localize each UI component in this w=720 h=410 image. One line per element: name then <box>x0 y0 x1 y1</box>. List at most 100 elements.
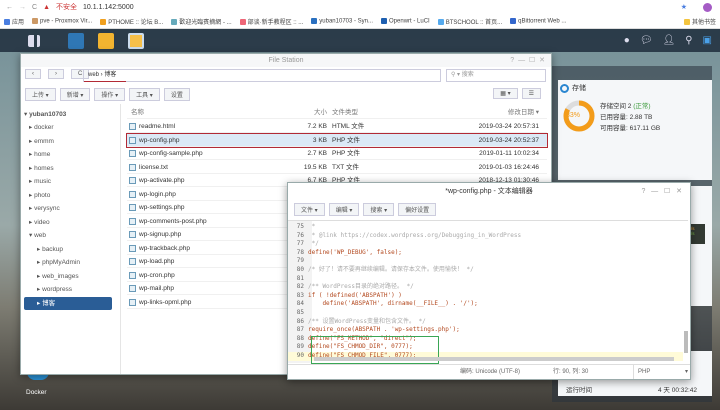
path-segment[interactable]: web <box>88 72 99 78</box>
path-bar[interactable]: web › 博客 <box>83 69 441 82</box>
col-type[interactable]: 文件类型 <box>332 106 358 119</box>
edit-menu[interactable]: 编辑 ▾ <box>328 203 360 216</box>
preferences-button[interactable]: 偏好设置 <box>398 203 437 216</box>
bookmark[interactable]: yuban10703 - Syn... <box>311 17 373 24</box>
tree-root[interactable]: ▾ yuban10703 <box>24 108 66 121</box>
tree-item[interactable]: ▸ music <box>29 175 51 188</box>
file-row[interactable]: readme.html 7.2 KB HTML 文件 2019-03-24 20:57… <box>127 120 547 133</box>
tree-item[interactable]: ▸ emmm <box>29 135 54 148</box>
file-icon <box>129 285 136 292</box>
forward-button[interactable]: › <box>48 69 64 79</box>
user-icon[interactable]: 👤︎ <box>663 35 676 46</box>
uptime-label: 运行时间 <box>566 387 592 394</box>
profile-avatar[interactable] <box>703 2 712 12</box>
col-name[interactable]: 名称 <box>131 106 144 119</box>
back-button[interactable]: ‹ <box>25 69 41 79</box>
docker-label[interactable]: Docker <box>26 389 47 396</box>
code-line: 82/** WordPress目录的绝对路径。 */ <box>296 283 414 291</box>
tree-item[interactable]: ▸ video <box>29 216 50 229</box>
code-line: 81 <box>296 274 304 282</box>
star-icon[interactable]: ★ <box>681 3 687 11</box>
widgets-icon[interactable]: ▣ <box>703 35 712 46</box>
vertical-scrollbar[interactable] <box>684 331 688 353</box>
storage-percent: 83% <box>566 112 581 119</box>
search-input[interactable]: ⚲ ▾ 搜索 <box>446 69 546 82</box>
upload-button[interactable]: 上传 ▾ <box>25 88 56 101</box>
storage-icon <box>560 84 569 93</box>
bookmark[interactable]: 应用 <box>4 17 24 26</box>
status-bar: 编码: Unicode (UTF-8) 行: 90, 列: 30 PHP ▾ <box>288 364 690 379</box>
language-select[interactable]: PHP ▾ <box>633 365 688 379</box>
tree-item[interactable]: ▸ web_images <box>37 270 79 283</box>
tree-item[interactable]: ▸ backup <box>37 243 63 256</box>
bookmarks-bar: 应用 pve - Proxmox Vir... PTHOME :: 论坛 B..… <box>0 14 720 29</box>
file-icon <box>129 298 136 306</box>
code-line: 78 define('WP_DEBUG', false); <box>296 248 402 256</box>
chat-icon[interactable]: 💬︎ <box>640 35 653 46</box>
bookmark[interactable]: PTHOME :: 论坛 B... <box>100 17 163 26</box>
used-capacity: 已用容量: 2.88 TB <box>600 114 653 121</box>
editor-window-controls[interactable]: ? — ☐ ✕ <box>641 187 682 195</box>
address-bar[interactable]: ← → C ▲ 不安全 10.1.1.142:5000 ★ <box>0 0 720 14</box>
tree-item[interactable]: ▸ photo <box>29 189 50 202</box>
reload-icon[interactable]: C <box>32 4 37 11</box>
bookmark[interactable]: 部谈·新手教程区 :: ... <box>239 17 303 26</box>
file-row[interactable]: license.txt 19.5 KB TXT 文件 2019-01-03 16:24… <box>127 161 547 174</box>
settings-button[interactable]: 设置 <box>163 88 190 101</box>
encoding-status[interactable]: 编码: Unicode (UTF-8) <box>460 365 520 379</box>
tree-item-selected[interactable]: ▸ 博客 <box>24 296 112 310</box>
window-controls[interactable]: ? — ☐ ✕ <box>510 56 545 64</box>
code-line: 83 if ( !defined('ABSPATH') ) <box>296 291 402 299</box>
file-menu[interactable]: 文件 ▾ <box>294 203 325 216</box>
path-segment[interactable]: 博客 <box>104 72 116 78</box>
bookmark-other[interactable]: 其他书签 <box>683 17 716 26</box>
file-row[interactable]: wp-config-sample.php 2.7 KB PHP 文件 2019-01-… <box>127 147 547 160</box>
bookmark[interactable]: 歡迎光臨賓摘網 - ... <box>171 17 232 26</box>
col-modified[interactable]: 修改日期 ▾ <box>508 106 539 119</box>
tree-item[interactable]: ▸ home <box>29 148 50 161</box>
code-line: 77 */ <box>296 240 319 248</box>
forward-icon[interactable]: → <box>19 4 26 11</box>
bookmark[interactable]: Openwrt - LuCI <box>381 17 430 24</box>
notification-icon[interactable]: ● <box>624 35 630 46</box>
bookmark[interactable]: qBittorrent Web ... <box>510 17 566 24</box>
bookmark[interactable]: pve - Proxmox Vir... <box>32 17 92 24</box>
search-icon[interactable]: ⚲ <box>685 35 692 46</box>
tools-button[interactable]: 工具 ▾ <box>129 88 160 101</box>
file-station-icon[interactable] <box>98 32 114 49</box>
back-icon[interactable]: ← <box>6 4 13 11</box>
window-title: File Station <box>21 54 551 67</box>
file-icon <box>129 258 136 265</box>
uptime-value: 4 天 00:32:42 <box>658 387 698 394</box>
bookmark[interactable]: BTSCHOOL :: 首页... <box>437 17 502 26</box>
main-menu-icon[interactable] <box>28 34 40 47</box>
view-toggle-button[interactable]: ▦ ▾ <box>493 88 518 99</box>
tree-item[interactable]: ▸ phpMyAdmin <box>37 256 80 269</box>
create-button[interactable]: 新增 ▾ <box>59 88 91 101</box>
code-area[interactable]: 75 * 76 * @link https://codex.wordpress.o… <box>288 220 688 364</box>
volume-status: (正常) <box>633 103 651 110</box>
col-size[interactable]: 大小 <box>277 106 327 119</box>
file-icon <box>129 190 136 198</box>
code-line: 75 * <box>296 223 316 230</box>
volume-name: 存储空间 2 <box>600 103 632 110</box>
file-icon <box>129 231 136 238</box>
resource-monitor-icon[interactable] <box>68 32 84 49</box>
horizontal-scrollbar[interactable] <box>314 357 674 361</box>
tree-item[interactable]: ▸ wordpress <box>37 283 72 296</box>
code-line: 76 * @link https://codex.wordpress.org/D… <box>296 231 522 239</box>
action-button[interactable]: 操作 ▾ <box>94 88 126 101</box>
file-row[interactable]: wp-config.php 3 KB PHP 文件 2019-03-24 20:52:… <box>126 132 548 148</box>
tree-item[interactable]: ▾ web <box>29 229 46 242</box>
free-capacity: 可用容量: 617.11 GB <box>600 125 661 132</box>
file-icon <box>129 136 136 144</box>
search-menu[interactable]: 搜索 ▾ <box>363 203 395 216</box>
sort-button[interactable]: ☰ <box>521 88 541 99</box>
insecure-label: 不安全 <box>56 4 77 11</box>
tree-item[interactable]: ▸ verysync <box>29 202 60 215</box>
tree-item[interactable]: ▸ homes <box>29 162 54 175</box>
tree-item[interactable]: ▸ docker <box>29 121 54 134</box>
text-editor-icon[interactable] <box>128 32 144 49</box>
code-line: 80/* 好了！请不要再继续编辑。请保存本文件。使用愉快！ */ <box>296 265 474 273</box>
url[interactable]: 10.1.1.142:5000 <box>83 4 134 11</box>
